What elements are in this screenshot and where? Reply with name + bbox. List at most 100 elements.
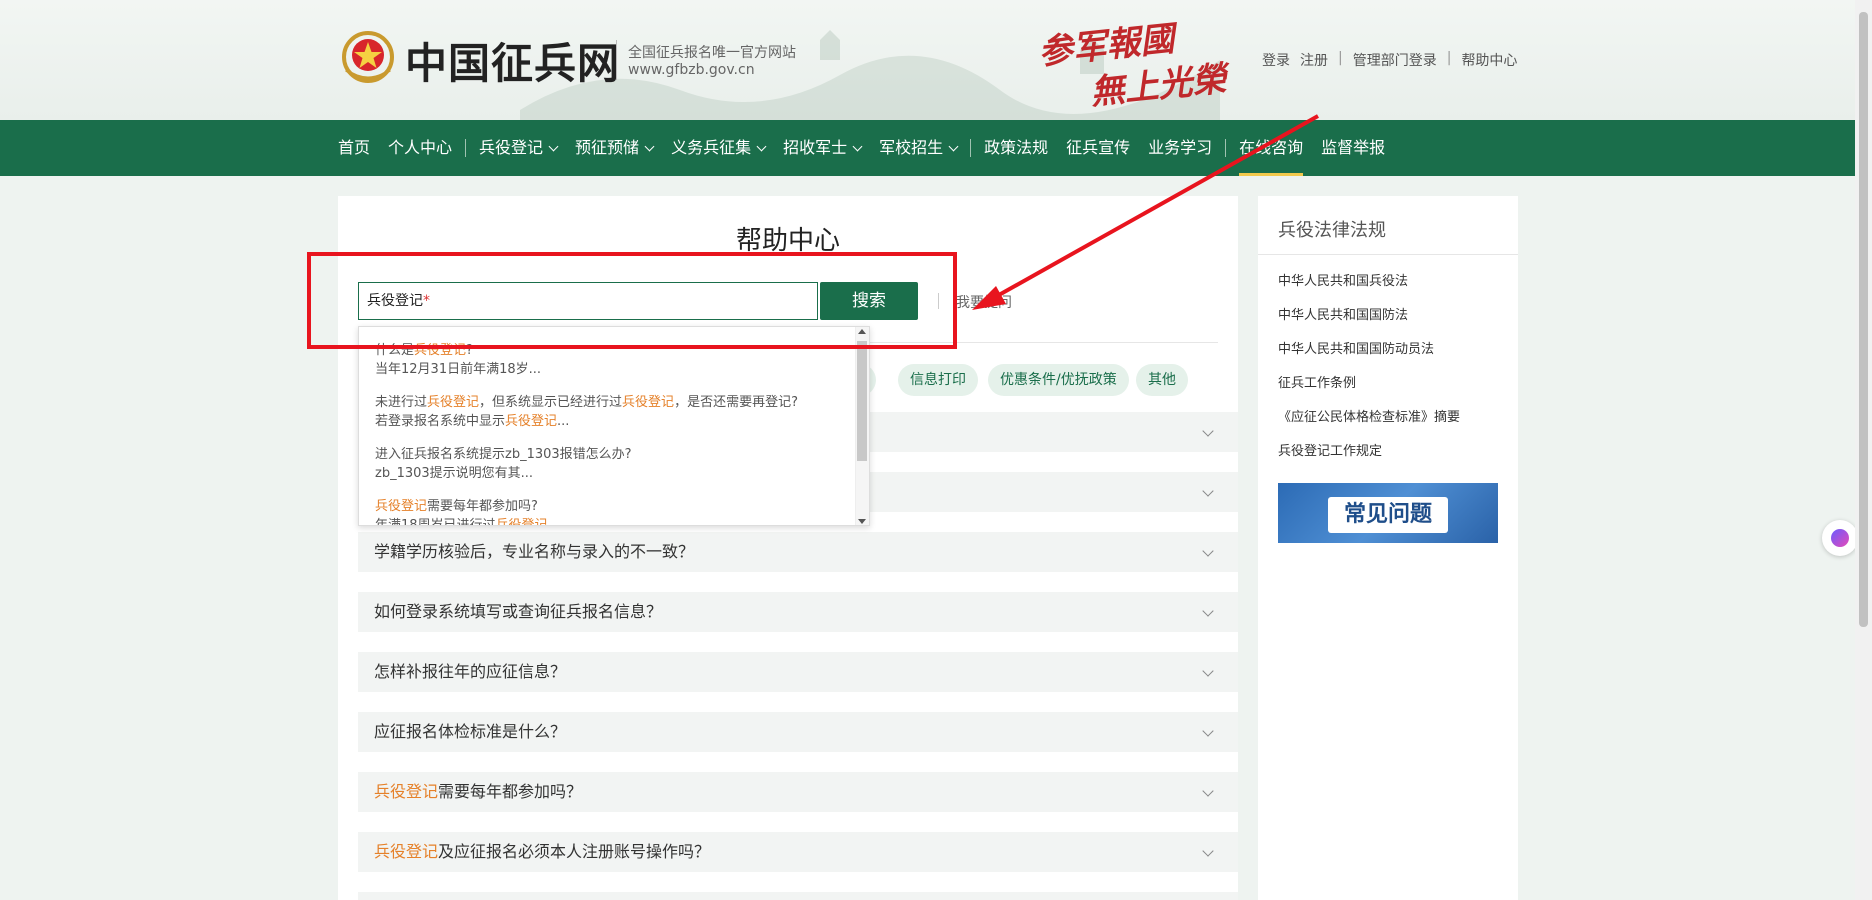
scroll-down-icon[interactable] xyxy=(858,519,866,524)
faq-highlight: 兵役登记 xyxy=(374,782,439,801)
faq-question: 学籍学历核验后，专业名称与录入的不一致？ xyxy=(374,542,695,561)
law-link[interactable]: 兵役登记工作规定 xyxy=(1278,440,1382,459)
faq-item[interactable]: 兵役登记需要每年都参加吗？ xyxy=(358,772,1238,812)
chevron-down-icon xyxy=(1202,485,1214,497)
chevron-down-icon xyxy=(1202,545,1214,557)
nav-online-consult[interactable]: 在线咨询 xyxy=(1230,120,1312,176)
nav-label: 义务兵征集 xyxy=(671,138,752,157)
law-link[interactable]: 中华人民共和国国防动员法 xyxy=(1278,338,1434,357)
suggestion-item[interactable]: 兵役登记需要每年都参加吗? 年满18周岁已进行过兵役登记 xyxy=(375,497,845,526)
suggestion-snippet: 当年12月31日前年满18岁... xyxy=(375,362,542,377)
nav-publicity[interactable]: 征兵宣传 xyxy=(1057,120,1139,176)
chevron-down-icon xyxy=(1202,425,1214,437)
chevron-down-icon xyxy=(1202,605,1214,617)
divider xyxy=(1258,254,1518,255)
faq-item[interactable]: 如何登录系统填写或查询征兵报名信息？ xyxy=(358,592,1238,632)
nav-report[interactable]: 监督举报 xyxy=(1312,120,1394,176)
suggestion-snippet: zb_1303提示说明您有其... xyxy=(375,466,534,481)
chevron-down-icon xyxy=(1202,845,1214,857)
register-link[interactable]: 注册 xyxy=(1300,50,1328,70)
suggestion-highlight: 兵役登记 xyxy=(505,414,558,429)
suggestion-text: ，但系统显示已经进行过 xyxy=(479,395,623,410)
assistant-icon xyxy=(1831,529,1849,547)
suggestion-text: 需要每年都参加吗? xyxy=(427,499,538,514)
chevron-down-icon xyxy=(1202,725,1214,737)
site-subtitle: 全国征兵报名唯一官方网站 xyxy=(628,45,796,61)
page-scroll-thumb[interactable] xyxy=(1859,12,1868,627)
faq-question: 应征报名体检标准是什么？ xyxy=(374,722,567,741)
nav-label: 在线咨询 xyxy=(1239,138,1304,157)
nav-label: 军校招生 xyxy=(879,138,944,157)
nav-conscript[interactable]: 义务兵征集 xyxy=(662,120,774,176)
nav-label: 预征预储 xyxy=(575,138,640,157)
faq-item[interactable]: 学籍学历核验后，专业名称与录入的不一致？ xyxy=(358,532,1238,572)
nav-nco-recruit[interactable]: 招收军士 xyxy=(774,120,870,176)
nav-study[interactable]: 业务学习 xyxy=(1139,120,1221,176)
faq-item[interactable]: 怎样补报往年的应征信息？ xyxy=(358,652,1238,692)
army-emblem-icon xyxy=(342,31,394,83)
faq-question: 需要每年都参加吗？ xyxy=(438,782,583,801)
nav-pre-enlistment[interactable]: 预征预储 xyxy=(566,120,662,176)
site-url: www.gfbzb.gov.cn xyxy=(628,62,755,78)
faq-banner[interactable]: 常见问题 xyxy=(1278,483,1498,543)
suggestion-snippet: 年满18周岁已进行过 xyxy=(375,518,496,526)
nav-personal-center[interactable]: 个人中心 xyxy=(379,120,461,176)
tag-preferential-policy[interactable]: 优惠条件/优抚政策 xyxy=(988,364,1129,396)
nav-label: 首页 xyxy=(338,138,371,157)
ask-question-link[interactable]: 我要提问 xyxy=(956,292,1012,312)
tag-label: 优惠条件/优抚政策 xyxy=(1000,372,1117,388)
suggestion-highlight: 兵役登记 xyxy=(427,395,480,410)
tag-info-print[interactable]: 信息打印 xyxy=(898,364,978,396)
annotation-highlight-box xyxy=(307,252,957,349)
faq-item[interactable]: 应征报名体检标准是什么？ xyxy=(358,712,1238,752)
suggestion-item[interactable]: 进入征兵报名系统提示zb_1303报错怎么办? zb_1303提示说明您有其..… xyxy=(375,445,845,483)
faq-item[interactable] xyxy=(358,892,1238,900)
nav-label: 个人中心 xyxy=(388,138,453,157)
login-link[interactable]: 登录 xyxy=(1262,50,1290,70)
chevron-down-icon xyxy=(852,141,863,152)
suggestion-text: 进入征兵报名系统提示zb_1303报错怎么办? xyxy=(375,447,632,462)
faq-item[interactable]: 兵役登记及应征报名必须本人注册账号操作吗？ xyxy=(358,832,1238,872)
banner-label: 常见问题 xyxy=(1328,497,1448,533)
chevron-down-icon xyxy=(948,141,959,152)
nav-policy[interactable]: 政策法规 xyxy=(975,120,1057,176)
law-link[interactable]: 征兵工作条例 xyxy=(1278,372,1356,391)
chevron-down-icon xyxy=(1202,665,1214,677)
law-link[interactable]: 中华人民共和国兵役法 xyxy=(1278,270,1408,289)
site-header: 中国征兵网 全国征兵报名唯一官方网站 www.gfbzb.gov.cn 参军報國… xyxy=(0,0,1855,120)
assistant-float-button[interactable] xyxy=(1822,520,1858,556)
nav-divider xyxy=(1225,139,1227,157)
faq-highlight: 兵役登记 xyxy=(374,842,439,861)
suggestion-item[interactable]: 未进行过兵役登记，但系统显示已经进行过兵役登记，是否还需要再登记? 若登录报名系… xyxy=(375,393,845,431)
scroll-thumb[interactable] xyxy=(857,341,867,461)
logo-divider xyxy=(616,40,617,80)
tag-other[interactable]: 其他 xyxy=(1136,364,1188,396)
nav-label: 监督举报 xyxy=(1321,138,1386,157)
nav-label: 政策法规 xyxy=(984,138,1049,157)
separator: | xyxy=(1446,50,1452,66)
tag-label: 其他 xyxy=(1148,372,1176,388)
nav-military-registration[interactable]: 兵役登记 xyxy=(470,120,566,176)
suggestion-highlight: 兵役登记 xyxy=(495,518,548,526)
nav-label: 招收军士 xyxy=(783,138,848,157)
nav-label: 业务学习 xyxy=(1148,138,1213,157)
suggestion-text: 未进行过 xyxy=(375,395,428,410)
admin-login-link[interactable]: 管理部门登录 xyxy=(1353,50,1437,70)
chevron-down-icon xyxy=(644,141,655,152)
nav-home[interactable]: 首页 xyxy=(338,120,379,176)
page-scrollbar[interactable] xyxy=(1855,0,1872,900)
faq-question: 怎样补报往年的应征信息？ xyxy=(374,662,567,681)
suggestion-snippet: 若登录报名系统中显示 xyxy=(375,414,506,429)
faq-question: 如何登录系统填写或查询征兵报名信息？ xyxy=(374,602,663,621)
separator: | xyxy=(1338,50,1343,66)
dropdown-scrollbar[interactable] xyxy=(855,327,869,525)
search-suggestions: 什么是兵役登记? 当年12月31日前年满18岁... 未进行过兵役登记，但系统显… xyxy=(358,326,870,526)
law-link[interactable]: 《应征公民体格检查标准》摘要 xyxy=(1278,406,1460,425)
law-sidebar: 兵役法律法规 中华人民共和国兵役法 中华人民共和国国防法 中华人民共和国国防动员… xyxy=(1258,196,1518,900)
faq-question: 及应征报名必须本人注册账号操作吗？ xyxy=(438,842,711,861)
nav-military-academy[interactable]: 军校招生 xyxy=(870,120,966,176)
chevron-down-icon xyxy=(1202,785,1214,797)
law-link[interactable]: 中华人民共和国国防法 xyxy=(1278,304,1408,323)
site-title[interactable]: 中国征兵网 xyxy=(405,30,620,91)
help-center-link[interactable]: 帮助中心 xyxy=(1461,50,1517,70)
